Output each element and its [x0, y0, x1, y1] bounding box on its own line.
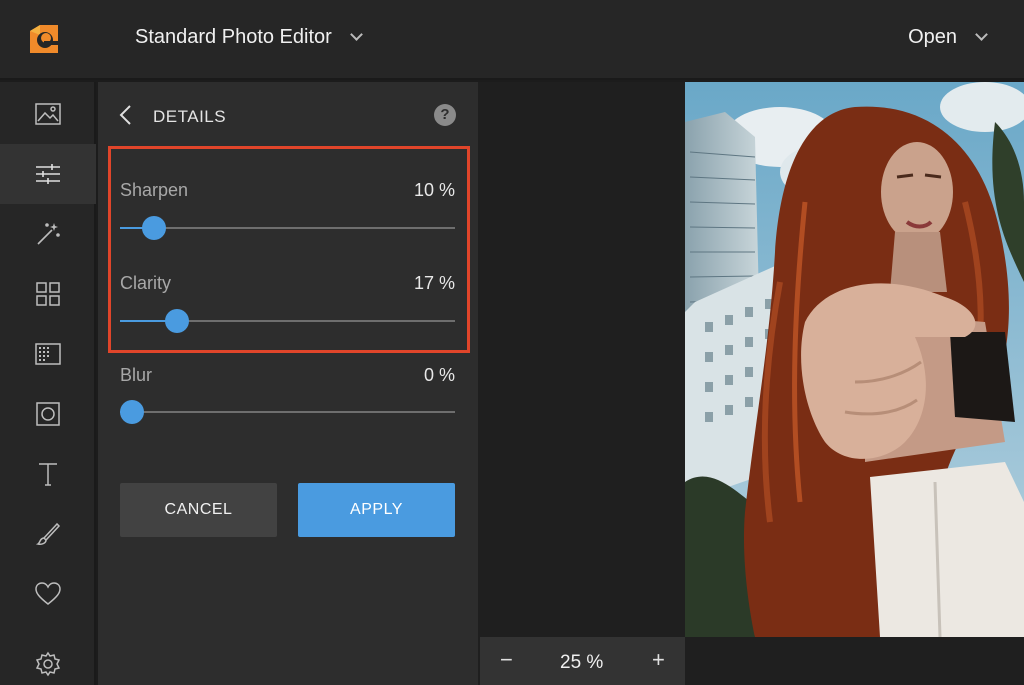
blur-slider[interactable] — [120, 400, 455, 424]
chevron-down-icon — [349, 28, 363, 41]
open-dropdown[interactable]: Open — [908, 26, 988, 49]
brush-icon — [35, 522, 61, 545]
zoom-bar: − 25 % + — [480, 637, 685, 685]
tool-favorites[interactable] — [0, 564, 96, 624]
sharpen-label: Sharpen — [120, 180, 189, 200]
clarity-slider-thumb[interactable] — [164, 309, 189, 333]
tool-image[interactable] — [0, 84, 96, 144]
grid-icon — [36, 282, 60, 306]
blur-slider-thumb[interactable] — [120, 400, 144, 424]
apply-button[interactable]: APPLY — [298, 483, 455, 537]
tool-layouts[interactable] — [0, 264, 96, 324]
zoom-out-button[interactable]: − — [500, 647, 513, 673]
texture-icon — [35, 343, 61, 365]
sharpen-slider-thumb[interactable] — [141, 216, 166, 240]
zoom-level: 25 % — [560, 652, 604, 673]
left-toolbar — [0, 82, 96, 685]
blur-value: 0 % — [423, 365, 455, 385]
top-bar: Standard Photo Editor Open — [0, 0, 1024, 80]
tool-settings[interactable] — [0, 634, 96, 685]
clarity-slider[interactable] — [120, 309, 455, 333]
gear-icon — [35, 651, 61, 677]
open-label: Open — [908, 26, 957, 48]
image-icon — [35, 103, 61, 125]
text-icon — [39, 463, 57, 486]
zoom-in-button[interactable]: + — [652, 647, 665, 673]
panel-title: DETAILS — [153, 107, 227, 126]
magic-wand-icon — [37, 223, 60, 245]
clarity-label: Clarity — [120, 273, 172, 293]
clarity-value: 17 % — [413, 273, 455, 293]
frame-icon — [36, 402, 60, 426]
tool-text[interactable] — [0, 444, 96, 504]
sharpen-slider[interactable] — [120, 216, 455, 240]
canvas-area: − 25 % + — [478, 82, 1024, 685]
sharpen-value: 10 % — [413, 180, 455, 200]
heart-icon — [35, 582, 61, 605]
chevron-down-icon — [975, 28, 988, 41]
app-logo-icon[interactable] — [26, 21, 62, 57]
app-title: Standard Photo Editor — [135, 26, 332, 48]
blur-label: Blur — [120, 365, 153, 385]
tool-frames[interactable] — [0, 384, 96, 444]
help-icon[interactable]: ? — [434, 104, 456, 126]
tool-effects[interactable] — [0, 204, 96, 264]
tool-textures[interactable] — [0, 324, 96, 384]
editor-mode-dropdown[interactable]: Standard Photo Editor — [135, 26, 363, 49]
tool-draw[interactable] — [0, 504, 96, 564]
panel-header: DETAILS ? — [98, 82, 478, 146]
sliders-icon — [36, 164, 60, 184]
back-arrow-icon[interactable] — [116, 104, 136, 126]
tool-adjust[interactable] — [0, 144, 96, 204]
photo-preview[interactable] — [685, 82, 1024, 637]
details-panel: DETAILS ? Sharpen 10 % Clarity 17 % Blur… — [98, 82, 478, 685]
cancel-button[interactable]: CANCEL — [120, 483, 277, 537]
